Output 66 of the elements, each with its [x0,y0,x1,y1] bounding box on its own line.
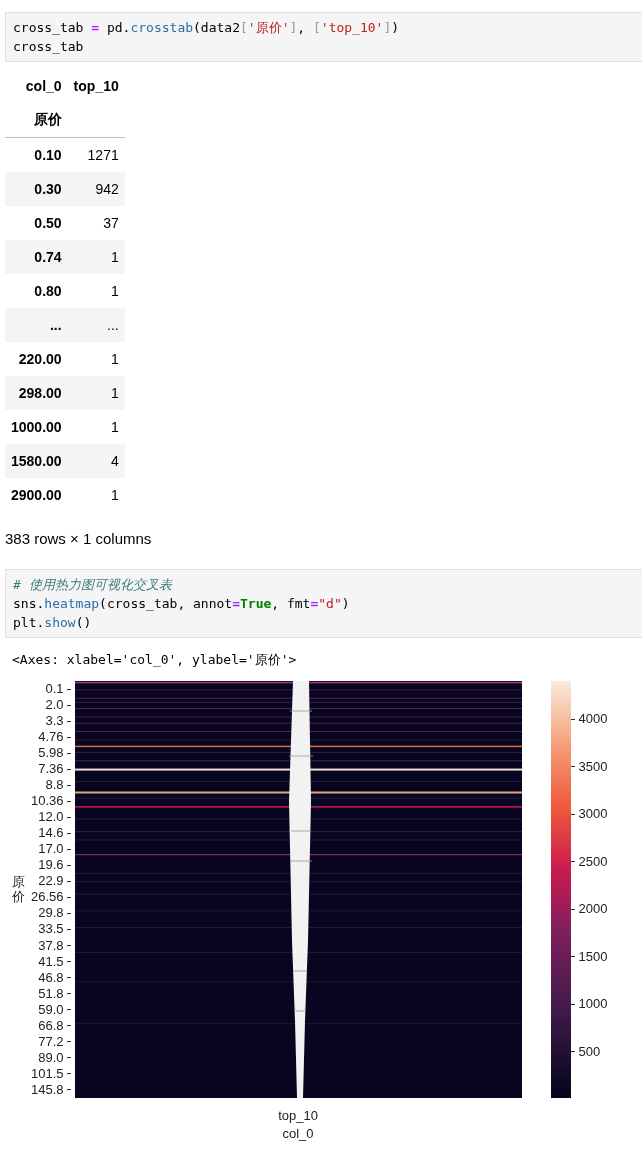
y-tick-label: 0.1 [45,681,64,697]
row-index: 0.80 [5,274,68,308]
table-cell: 1 [67,274,125,308]
row-index: 0.30 [5,172,68,206]
table-cell: ... [67,308,125,342]
y-tick-label: 145.8 [31,1081,64,1098]
column-header: top_10 [72,77,120,96]
y-tick-label: 5.98 [38,745,64,762]
colorbar-tick-label: 3500 [578,758,608,775]
table-cell: 37 [67,206,125,240]
y-tick-label: 10.36 [31,793,64,810]
colorbar-tick-label: 1500 [578,948,608,965]
row-index: 2900.00 [5,478,68,512]
column-axis-name: col_0 [24,77,63,96]
index-name: 原价 [5,103,68,138]
y-tick-label: 3.3 [45,713,64,730]
code-cell[interactable]: cross_tab = pd.crosstab(data2['原价'], ['top_10']) cross_tab [5,12,642,62]
row-index: 298.00 [5,376,68,410]
colorbar-tick-label: 500 [578,1043,601,1060]
table-cell: 1 [67,240,125,274]
colorbar-tick-label: 3000 [578,806,608,823]
y-tick-label: 26.56 [31,889,64,906]
y-tick-label: 46.8 [38,969,64,986]
y-tick-label: 59.0 [38,1001,64,1018]
row-index: 0.10 [5,137,68,172]
row-index: 0.74 [5,240,68,274]
colorbar-tick-label: 2500 [578,853,608,870]
table-cell: 1 [67,478,125,512]
y-tick-label: 66.8 [38,1017,64,1034]
y-tick-label: 14.6 [38,825,64,842]
table-cell: 942 [67,172,125,206]
y-tick-label: 17.0 [38,841,64,858]
table-cell: 1 [67,410,125,444]
y-tick-label: 101.5 [31,1065,64,1082]
code-cell[interactable]: # 使用热力图可视化交叉表 sns.heatmap(cross_tab, annot=True, fmt="d") plt.show() [5,569,642,638]
y-tick-label: 89.0 [38,1049,64,1066]
y-tick-label: 2.0 [45,697,64,714]
colorbar-tick-label: 1000 [578,996,608,1013]
table-shape-text: 383 rows × 1 columns [5,530,153,547]
y-tick-label: 22.9 [38,873,64,890]
y-axis-label: 原价 [11,875,25,904]
colorbar-tick-label: 2000 [578,901,608,918]
row-index: 1000.00 [5,410,68,444]
y-tick-label: 8.8 [45,777,64,794]
table-cell: 1271 [67,137,125,172]
y-tick-label: 51.8 [38,985,64,1002]
x-axis-label: col_0 [282,1126,314,1141]
y-tick-label: 12.0 [38,809,64,826]
y-tick-label: 41.5 [38,953,64,970]
output-text: <Axes: xlabel='col_0', ylabel='原价'> [12,651,298,669]
table-cell: 4 [67,444,125,478]
table-cell: 1 [67,376,125,410]
y-tick-label: 37.8 [38,937,64,954]
row-index: 0.50 [5,206,68,240]
y-tick-label: 33.5 [38,921,64,938]
y-tick-label: 77.2 [38,1033,64,1050]
y-tick-label: 19.6 [38,857,64,874]
y-tick-label: 29.8 [38,905,64,922]
y-tick-label: 7.36 [38,761,64,778]
row-index: 220.00 [5,342,68,376]
row-index: ... [5,308,68,342]
row-index: 1580.00 [5,444,68,478]
table-cell: 1 [67,342,125,376]
colorbar-tick-label: 4000 [578,711,608,727]
y-tick-label: 4.76 [38,729,64,746]
x-tick-label: top_10 [278,1108,318,1123]
